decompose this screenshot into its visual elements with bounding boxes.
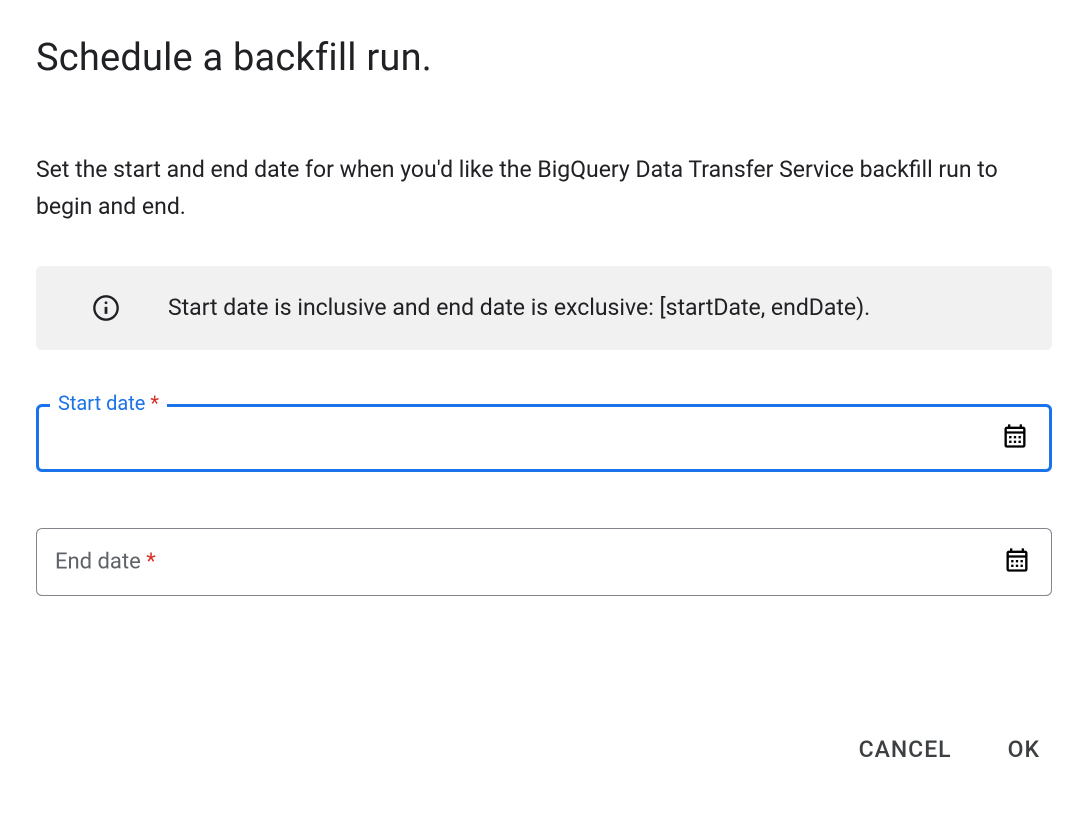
start-date-label: Start date *: [50, 391, 167, 415]
info-text: Start date is inclusive and end date is …: [168, 294, 870, 321]
form-fields: Start date * End date *: [36, 404, 1052, 596]
end-date-input[interactable]: [53, 529, 999, 595]
calendar-icon: [1003, 546, 1031, 577]
ok-button[interactable]: OK: [1004, 728, 1044, 771]
end-date-calendar-button[interactable]: [999, 542, 1035, 581]
start-date-input[interactable]: [55, 407, 997, 469]
end-date-field-wrap: End date *: [36, 528, 1052, 596]
dialog-actions: CANCEL OK: [36, 728, 1052, 771]
start-date-field[interactable]: [36, 404, 1052, 472]
info-icon: [92, 294, 120, 322]
start-date-calendar-button[interactable]: [997, 418, 1033, 457]
dialog-description: Set the start and end date for when you'…: [36, 152, 1036, 226]
cancel-button[interactable]: CANCEL: [855, 728, 956, 771]
info-banner: Start date is inclusive and end date is …: [36, 266, 1052, 350]
end-date-field[interactable]: End date *: [36, 528, 1052, 596]
calendar-icon: [1001, 422, 1029, 453]
dialog-title: Schedule a backfill run.: [36, 36, 1052, 80]
start-date-field-wrap: Start date *: [36, 404, 1052, 472]
